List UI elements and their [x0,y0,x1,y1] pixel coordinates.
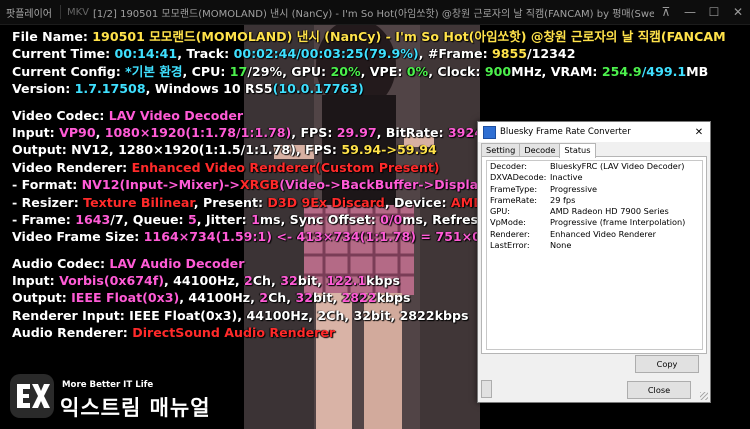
logo-icon [10,374,54,418]
app-icon [483,125,496,139]
dialog-title-bar[interactable]: Bluesky Frame Rate Converter ✕ [478,122,710,142]
title-bar: 팟플레이어 MKV [1/2] 190501 모모랜드(MOMOLAND) 낸시… [0,0,750,25]
status-row: FrameType: Progressive [490,183,598,194]
frc-dialog: Bluesky Frame Rate Converter ✕ Setting D… [477,121,711,403]
window-controls: ⊼ — ☐ ✕ [654,0,750,24]
osd-time-row: Current Time: 00:14:41, Track: 00:02:44/… [12,46,576,62]
status-row: FrameRate: 29 fps [490,194,576,205]
dialog-tabs: Setting Decode Status [481,143,596,158]
side-button[interactable] [481,380,492,398]
status-row: GPU: AMD Radeon HD 7900 Series [490,206,669,217]
close-icon[interactable]: ✕ [688,127,710,138]
ex-logo-icon [17,384,50,408]
status-row: DXVADecode: Inactive [490,172,583,183]
status-row: LastError: None [490,240,572,251]
osd-config-row: Current Config: *기본 환경, CPU: 17/29%, GPU… [12,63,709,79]
title-separator [60,5,61,19]
copy-button[interactable]: Copy [635,355,699,373]
minimize-icon[interactable]: — [678,0,702,24]
status-row: VpMode: Progressive (frame Interpolation) [490,217,686,228]
status-panel: Decoder: BlueskyFRC (LAV Video Decoder) D… [481,156,707,354]
tab-status[interactable]: Status [559,143,596,158]
status-row: Decoder: BlueskyFRC (LAV Video Decoder) [490,161,685,171]
osd-version-row: Version: 1.7.17508, Windows 10 RS5(10.0.… [12,81,364,97]
app-name[interactable]: 팟플레이어 [0,5,60,20]
maximize-icon[interactable]: ☐ [702,0,726,24]
status-list: Decoder: BlueskyFRC (LAV Video Decoder) D… [486,160,703,350]
close-button[interactable]: Close [627,381,691,399]
tab-setting[interactable]: Setting [481,143,521,157]
watermark-name: 익스트림 매뉴얼 [60,396,211,420]
resize-grip-icon[interactable] [700,392,708,400]
format-label: MKV [67,6,90,18]
close-icon[interactable]: ✕ [726,0,750,24]
watermark-tagline: More Better IT Life [62,380,154,390]
osd-file-row: File Name: 190501 모모랜드(MOMOLAND) 낸시 (Nan… [12,29,726,44]
dialog-title: Bluesky Frame Rate Converter [500,127,631,137]
status-row: Renderer: Enhanced Video Renderer [490,228,657,239]
window-title: [1/2] 190501 모모랜드(MOMOLAND) 낸시 (NanCy) -… [93,8,654,20]
pin-icon[interactable]: ⊼ [654,0,678,24]
tab-decode[interactable]: Decode [519,143,561,157]
